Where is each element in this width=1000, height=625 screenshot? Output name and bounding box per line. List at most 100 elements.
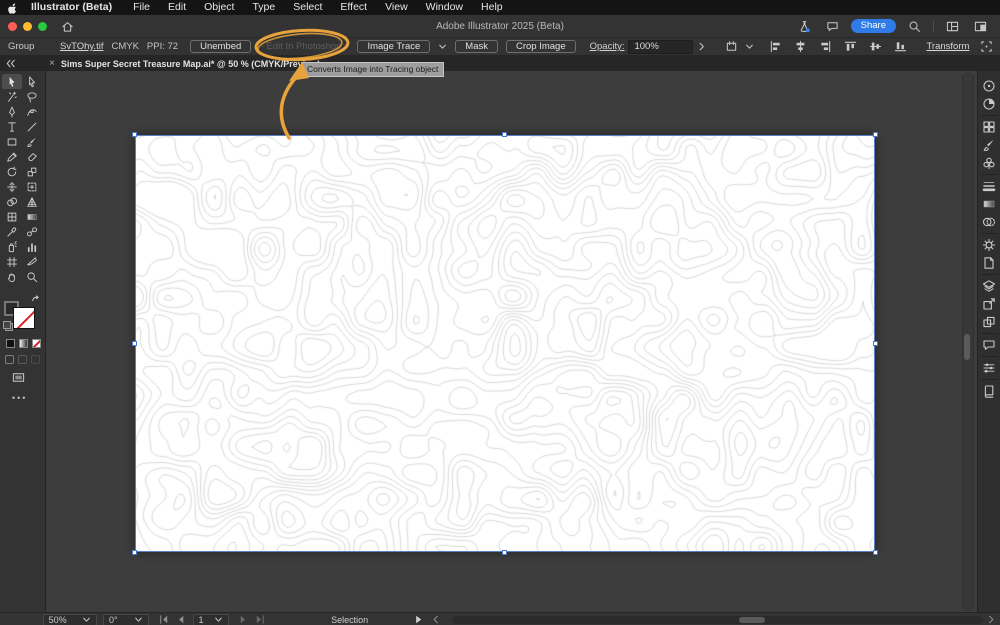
paintbrush-tool[interactable]	[22, 134, 42, 149]
artboard-options-chevron-icon[interactable]	[743, 40, 756, 53]
mask-button[interactable]: Mask	[455, 40, 498, 53]
selection-handle-w[interactable]	[132, 341, 137, 346]
slice-tool[interactable]	[22, 254, 42, 269]
document-tab[interactable]: × Sims Super Secret Treasure Map.ai* @ 5…	[49, 58, 320, 69]
transform-link[interactable]: Transform	[926, 41, 969, 52]
color-button[interactable]	[6, 339, 15, 348]
zoom-level-select[interactable]: 50%	[42, 613, 97, 625]
selection-handle-sw[interactable]	[132, 550, 137, 555]
selection-handle-se[interactable]	[873, 550, 878, 555]
status-play-icon[interactable]	[412, 613, 425, 625]
default-fill-stroke-icon[interactable]	[3, 321, 13, 331]
workspace-icon[interactable]	[943, 20, 962, 33]
asset-export-panel-icon[interactable]	[979, 313, 1000, 331]
vertical-scrollbar[interactable]	[962, 73, 974, 611]
home-icon[interactable]	[61, 20, 74, 33]
stroke-panel-icon[interactable]	[979, 177, 1000, 195]
share-button[interactable]: Share	[850, 19, 896, 33]
brushes-panel-icon[interactable]	[979, 136, 1000, 154]
eyedropper-tool[interactable]	[2, 224, 22, 239]
none-button[interactable]	[32, 339, 41, 348]
pen-tool[interactable]	[2, 104, 22, 119]
placed-topographic-image[interactable]	[135, 135, 875, 552]
perspective-grid-tool[interactable]	[22, 194, 42, 209]
menu-window[interactable]: Window	[417, 0, 472, 15]
hand-tool[interactable]	[2, 269, 22, 284]
appearance-panel-icon[interactable]	[979, 236, 1000, 254]
line-segment-tool[interactable]	[22, 119, 42, 134]
menu-effect[interactable]: Effect	[331, 0, 376, 15]
selection-handle-nw[interactable]	[132, 132, 137, 137]
apple-menu-icon[interactable]	[0, 1, 22, 14]
minimize-window-button[interactable]	[23, 21, 32, 31]
pasteboard[interactable]	[46, 71, 977, 612]
artboard-canvas[interactable]	[132, 132, 878, 555]
tab-close-icon[interactable]: ×	[49, 58, 55, 69]
shape-builder-tool[interactable]	[2, 194, 22, 209]
fill-swatch-none[interactable]	[13, 307, 35, 329]
horizontal-scrollbar-thumb[interactable]	[739, 616, 766, 623]
horizontal-scrollbar[interactable]	[452, 615, 983, 624]
align-center-h-icon[interactable]	[791, 40, 810, 53]
zoom-window-button[interactable]	[38, 21, 47, 31]
mesh-tool[interactable]	[2, 209, 22, 224]
graphic-styles-panel-icon[interactable]	[979, 254, 1000, 272]
search-icon[interactable]	[905, 20, 924, 33]
export-panel-icon[interactable]	[979, 295, 1000, 313]
previous-artboard-icon[interactable]	[174, 613, 187, 625]
magic-wand-tool[interactable]	[2, 89, 22, 104]
crop-image-button[interactable]: Crop Image	[505, 40, 576, 53]
more-tools-icon[interactable]: •••	[12, 393, 27, 403]
unembed-button[interactable]: Unembed	[190, 40, 252, 53]
draw-inside-mode[interactable]	[31, 355, 40, 364]
rectangle-tool[interactable]	[2, 134, 22, 149]
comments-icon[interactable]	[823, 20, 842, 33]
align-left-icon[interactable]	[766, 40, 785, 53]
selection-handle-e[interactable]	[873, 341, 878, 346]
transparency-panel-icon[interactable]	[979, 213, 1000, 231]
close-window-button[interactable]	[8, 21, 17, 31]
pencil-tool[interactable]	[2, 149, 22, 164]
scroll-right-icon[interactable]	[985, 613, 998, 625]
rotate-tool[interactable]	[2, 164, 22, 179]
curvature-tool[interactable]	[22, 104, 42, 119]
libraries-panel-icon[interactable]	[979, 382, 1000, 400]
image-trace-presets-chevron-icon[interactable]	[436, 40, 449, 53]
eraser-tool[interactable]	[22, 149, 42, 164]
layers-panel-icon[interactable]	[979, 277, 1000, 295]
rotation-select[interactable]: 0°	[103, 613, 149, 625]
zoom-tool[interactable]	[22, 269, 42, 284]
scroll-left-icon[interactable]	[429, 613, 442, 625]
last-artboard-icon[interactable]	[254, 613, 267, 625]
scale-tool[interactable]	[22, 164, 42, 179]
width-tool[interactable]	[2, 179, 22, 194]
selection-tool[interactable]	[2, 74, 22, 89]
align-top-icon[interactable]	[841, 40, 860, 53]
lasso-tool[interactable]	[22, 89, 42, 104]
gradient-button[interactable]	[19, 339, 28, 348]
blend-tool[interactable]	[22, 224, 42, 239]
menu-edit[interactable]: Edit	[159, 0, 195, 15]
next-artboard-icon[interactable]	[237, 613, 250, 625]
align-bottom-icon[interactable]	[891, 40, 910, 53]
type-tool[interactable]	[2, 119, 22, 134]
linked-file-name[interactable]: SvTOhy.tif	[60, 41, 103, 52]
opacity-chevron-icon[interactable]	[695, 40, 708, 53]
collapse-toolbar-icon[interactable]	[0, 57, 49, 70]
free-transform-tool[interactable]	[22, 179, 42, 194]
selection-handle-n[interactable]	[502, 132, 507, 137]
menu-illustrator-beta[interactable]: Illustrator (Beta)	[22, 0, 124, 15]
menu-view[interactable]: View	[376, 0, 417, 15]
artboard-number-select[interactable]: 1	[192, 613, 230, 625]
image-trace-button[interactable]: Image Trace	[357, 40, 431, 53]
swatches-panel-icon[interactable]	[979, 118, 1000, 136]
symbol-sprayer-tool[interactable]	[2, 239, 22, 254]
opacity-input[interactable]: 100%	[628, 39, 694, 54]
align-middle-v-icon[interactable]	[866, 40, 885, 53]
menu-help[interactable]: Help	[472, 0, 512, 15]
menu-object[interactable]: Object	[195, 0, 243, 15]
column-graph-tool[interactable]	[22, 239, 42, 254]
symbols-panel-icon[interactable]	[979, 154, 1000, 172]
menu-file[interactable]: File	[124, 0, 159, 15]
artboard-options-icon[interactable]	[722, 40, 741, 53]
